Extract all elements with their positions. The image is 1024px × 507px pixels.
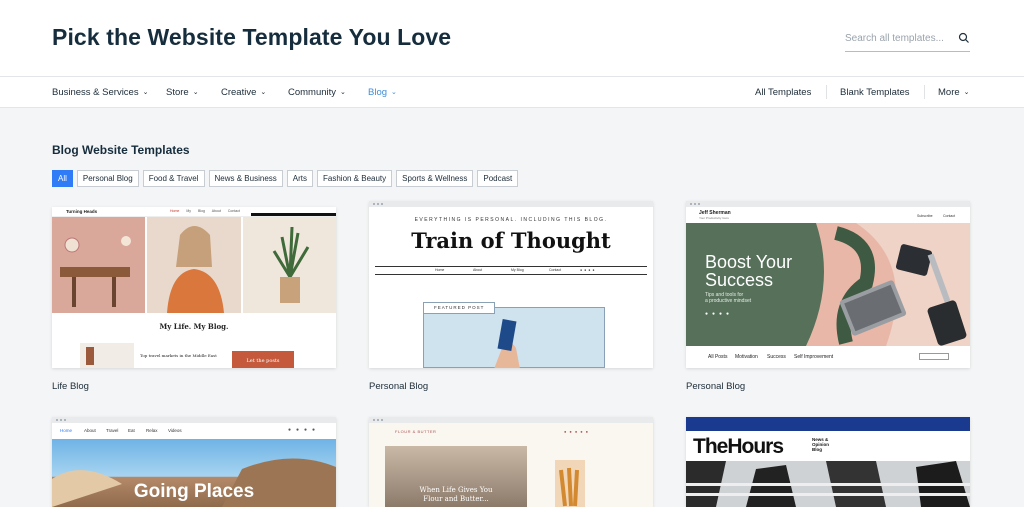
hero-headline: Boost Your Success: [705, 252, 793, 290]
template-card-label[interactable]: Life Blog: [52, 381, 89, 392]
template-card-food[interactable]: FLOUR & BUTTER ●●●●● When Life Gives You…: [369, 417, 653, 507]
template-card-personal-blog-1[interactable]: EVERYTHING IS PERSONAL. INCLUDING THIS B…: [369, 201, 653, 368]
filter-chips: All Personal Blog Food & Travel News & B…: [52, 170, 519, 187]
template-hero-image: Going Places: [52, 439, 336, 507]
nav-divider: [826, 85, 827, 99]
hero-image: [686, 461, 970, 507]
featured-post-image: [423, 307, 605, 368]
template-preview-header: Home About Travel Eat Relax Videos ●●●●: [52, 423, 336, 439]
template-card-travel[interactable]: Home About Travel Eat Relax Videos ●●●● …: [52, 417, 336, 507]
chevron-down-icon: ⌄: [260, 89, 267, 96]
section-title: Blog Website Templates: [52, 143, 190, 157]
template-card-news[interactable]: TheHours News & Opinion Blog: [686, 417, 970, 507]
template-brand: FLOUR & BUTTER: [395, 429, 437, 434]
template-card-personal-blog-2[interactable]: Jeff Sherman Your Productivity Guru Subs…: [686, 201, 970, 368]
template-brand: Turning Heads: [66, 209, 98, 214]
nav-item-store[interactable]: Store ⌄: [166, 87, 199, 98]
filter-chip-food-travel[interactable]: Food & Travel: [142, 170, 205, 187]
hero-headline: Going Places: [133, 481, 255, 502]
template-top-bar: [686, 423, 970, 431]
template-menu: Home My Blog About Contact: [170, 209, 240, 213]
template-card-label[interactable]: Personal Blog: [369, 381, 428, 392]
hero-headline: When Life Gives You Flour and Butter...: [419, 486, 493, 503]
template-preview: FLOUR & BUTTER ●●●●● When Life Gives You…: [369, 423, 653, 507]
template-card-label[interactable]: Personal Blog: [686, 381, 745, 392]
filter-chip-all[interactable]: All: [52, 170, 73, 187]
template-preview-header: Jeff Sherman Your Productivity Guru Subs…: [686, 207, 970, 223]
nav-item-blank-templates[interactable]: Blank Templates: [840, 87, 910, 98]
template-card-life-blog[interactable]: Turning Heads Home My Blog About Contact…: [52, 207, 336, 368]
nav-item-blog[interactable]: Blog ⌄: [368, 87, 397, 98]
filter-chip-arts[interactable]: Arts: [286, 170, 313, 187]
filter-chip-news-business[interactable]: News & Business: [208, 170, 283, 187]
social-icons: ●●●●: [705, 311, 734, 317]
chevron-down-icon: ⌄: [142, 89, 149, 96]
filter-chip-personal-blog[interactable]: Personal Blog: [76, 170, 139, 187]
chevron-down-icon: ⌄: [340, 89, 346, 96]
nav-item-all-templates[interactable]: All Templates: [755, 87, 811, 98]
category-nav: Business & Services ⌄ Store ⌄ Creative ⌄ Co…: [0, 77, 1024, 108]
search-box[interactable]: [845, 28, 970, 52]
nav-item-more[interactable]: More ⌄: [938, 87, 970, 98]
filter-chip-sports-wellness[interactable]: Sports & Wellness: [396, 170, 474, 187]
nav-divider: [924, 85, 925, 99]
template-hero: Boost Your Success Tips and tools for a pr…: [686, 223, 970, 346]
page-header: Pick the Website Template You Love: [0, 0, 1024, 77]
search-icon[interactable]: [958, 32, 970, 44]
template-preview: TheHours News & Opinion Blog: [686, 431, 970, 507]
hero-subtitle: Tips and tools for a productive mindset: [705, 292, 752, 304]
book-hand-image: [494, 319, 520, 368]
template-top-bar: [251, 213, 336, 216]
featured-post-label: FEATURED POST: [423, 302, 496, 314]
template-headline: TheHours: [693, 435, 784, 458]
nav-item-creative[interactable]: Creative ⌄: [221, 87, 266, 98]
search-input[interactable]: [845, 28, 950, 49]
pastry-image: [555, 460, 585, 507]
template-menu: ●●●●●: [564, 429, 592, 434]
page-title: Pick the Website Template You Love: [52, 24, 452, 50]
svg-text:Top travel markets in the Midd: Top travel markets in the Middle East: [140, 353, 217, 358]
chevron-down-icon: ⌄: [963, 89, 970, 96]
svg-text:My Life. My Blog.: My Life. My Blog.: [159, 322, 228, 331]
template-tagline: EVERYTHING IS PERSONAL. INCLUDING THIS B…: [414, 217, 608, 223]
social-icons: ●●●●: [580, 268, 597, 272]
chevron-down-icon: ⌄: [391, 89, 397, 96]
social-icons: ●●●●: [288, 427, 321, 433]
chevron-down-icon: ⌄: [192, 89, 199, 96]
template-preview-image: My Life. My Blog. Top travel markets in …: [52, 217, 336, 368]
browser-chrome: [369, 201, 653, 207]
template-category-bar: All Posts Motivation Success Self Improv…: [686, 346, 970, 368]
template-headline: Train of Thought: [411, 228, 611, 253]
nav-item-business-services[interactable]: Business & Services ⌄: [52, 87, 148, 98]
search-field: [919, 353, 949, 360]
template-menu: Home About My Blog Contact ●●●●: [375, 266, 647, 275]
nav-item-community[interactable]: Community ⌄: [288, 87, 346, 98]
svg-text:Let the posts: Let the posts: [246, 358, 279, 364]
filter-chip-fashion-beauty[interactable]: Fashion & Beauty: [317, 170, 393, 187]
template-preview-header: Turning Heads Home My Blog About Contact: [52, 207, 336, 217]
filter-chip-podcast[interactable]: Podcast: [477, 170, 519, 187]
template-subtitle: News & Opinion Blog: [812, 437, 829, 452]
